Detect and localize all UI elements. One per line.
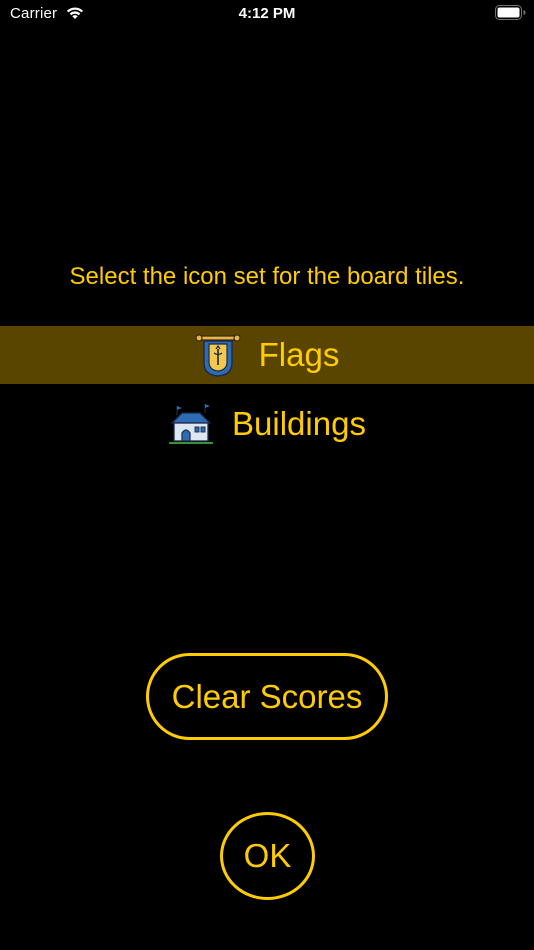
banner-flag-icon xyxy=(195,334,241,377)
status-time: 4:12 PM xyxy=(238,5,296,22)
option-label-buildings: Buildings xyxy=(232,405,366,442)
battery-icon xyxy=(495,5,526,20)
icon-set-option-flags[interactable]: Flags xyxy=(0,326,534,384)
status-bar: Carrier 4:12 PM xyxy=(0,0,534,28)
house-icon xyxy=(169,404,214,444)
icon-set-option-buildings[interactable]: Buildings xyxy=(0,395,534,453)
instruction-text: Select the icon set for the board tiles. xyxy=(69,263,465,290)
option-label-flags: Flags xyxy=(258,336,340,373)
clear-scores-button[interactable]: Clear Scores xyxy=(146,653,388,740)
ok-button[interactable]: OK xyxy=(220,812,315,900)
